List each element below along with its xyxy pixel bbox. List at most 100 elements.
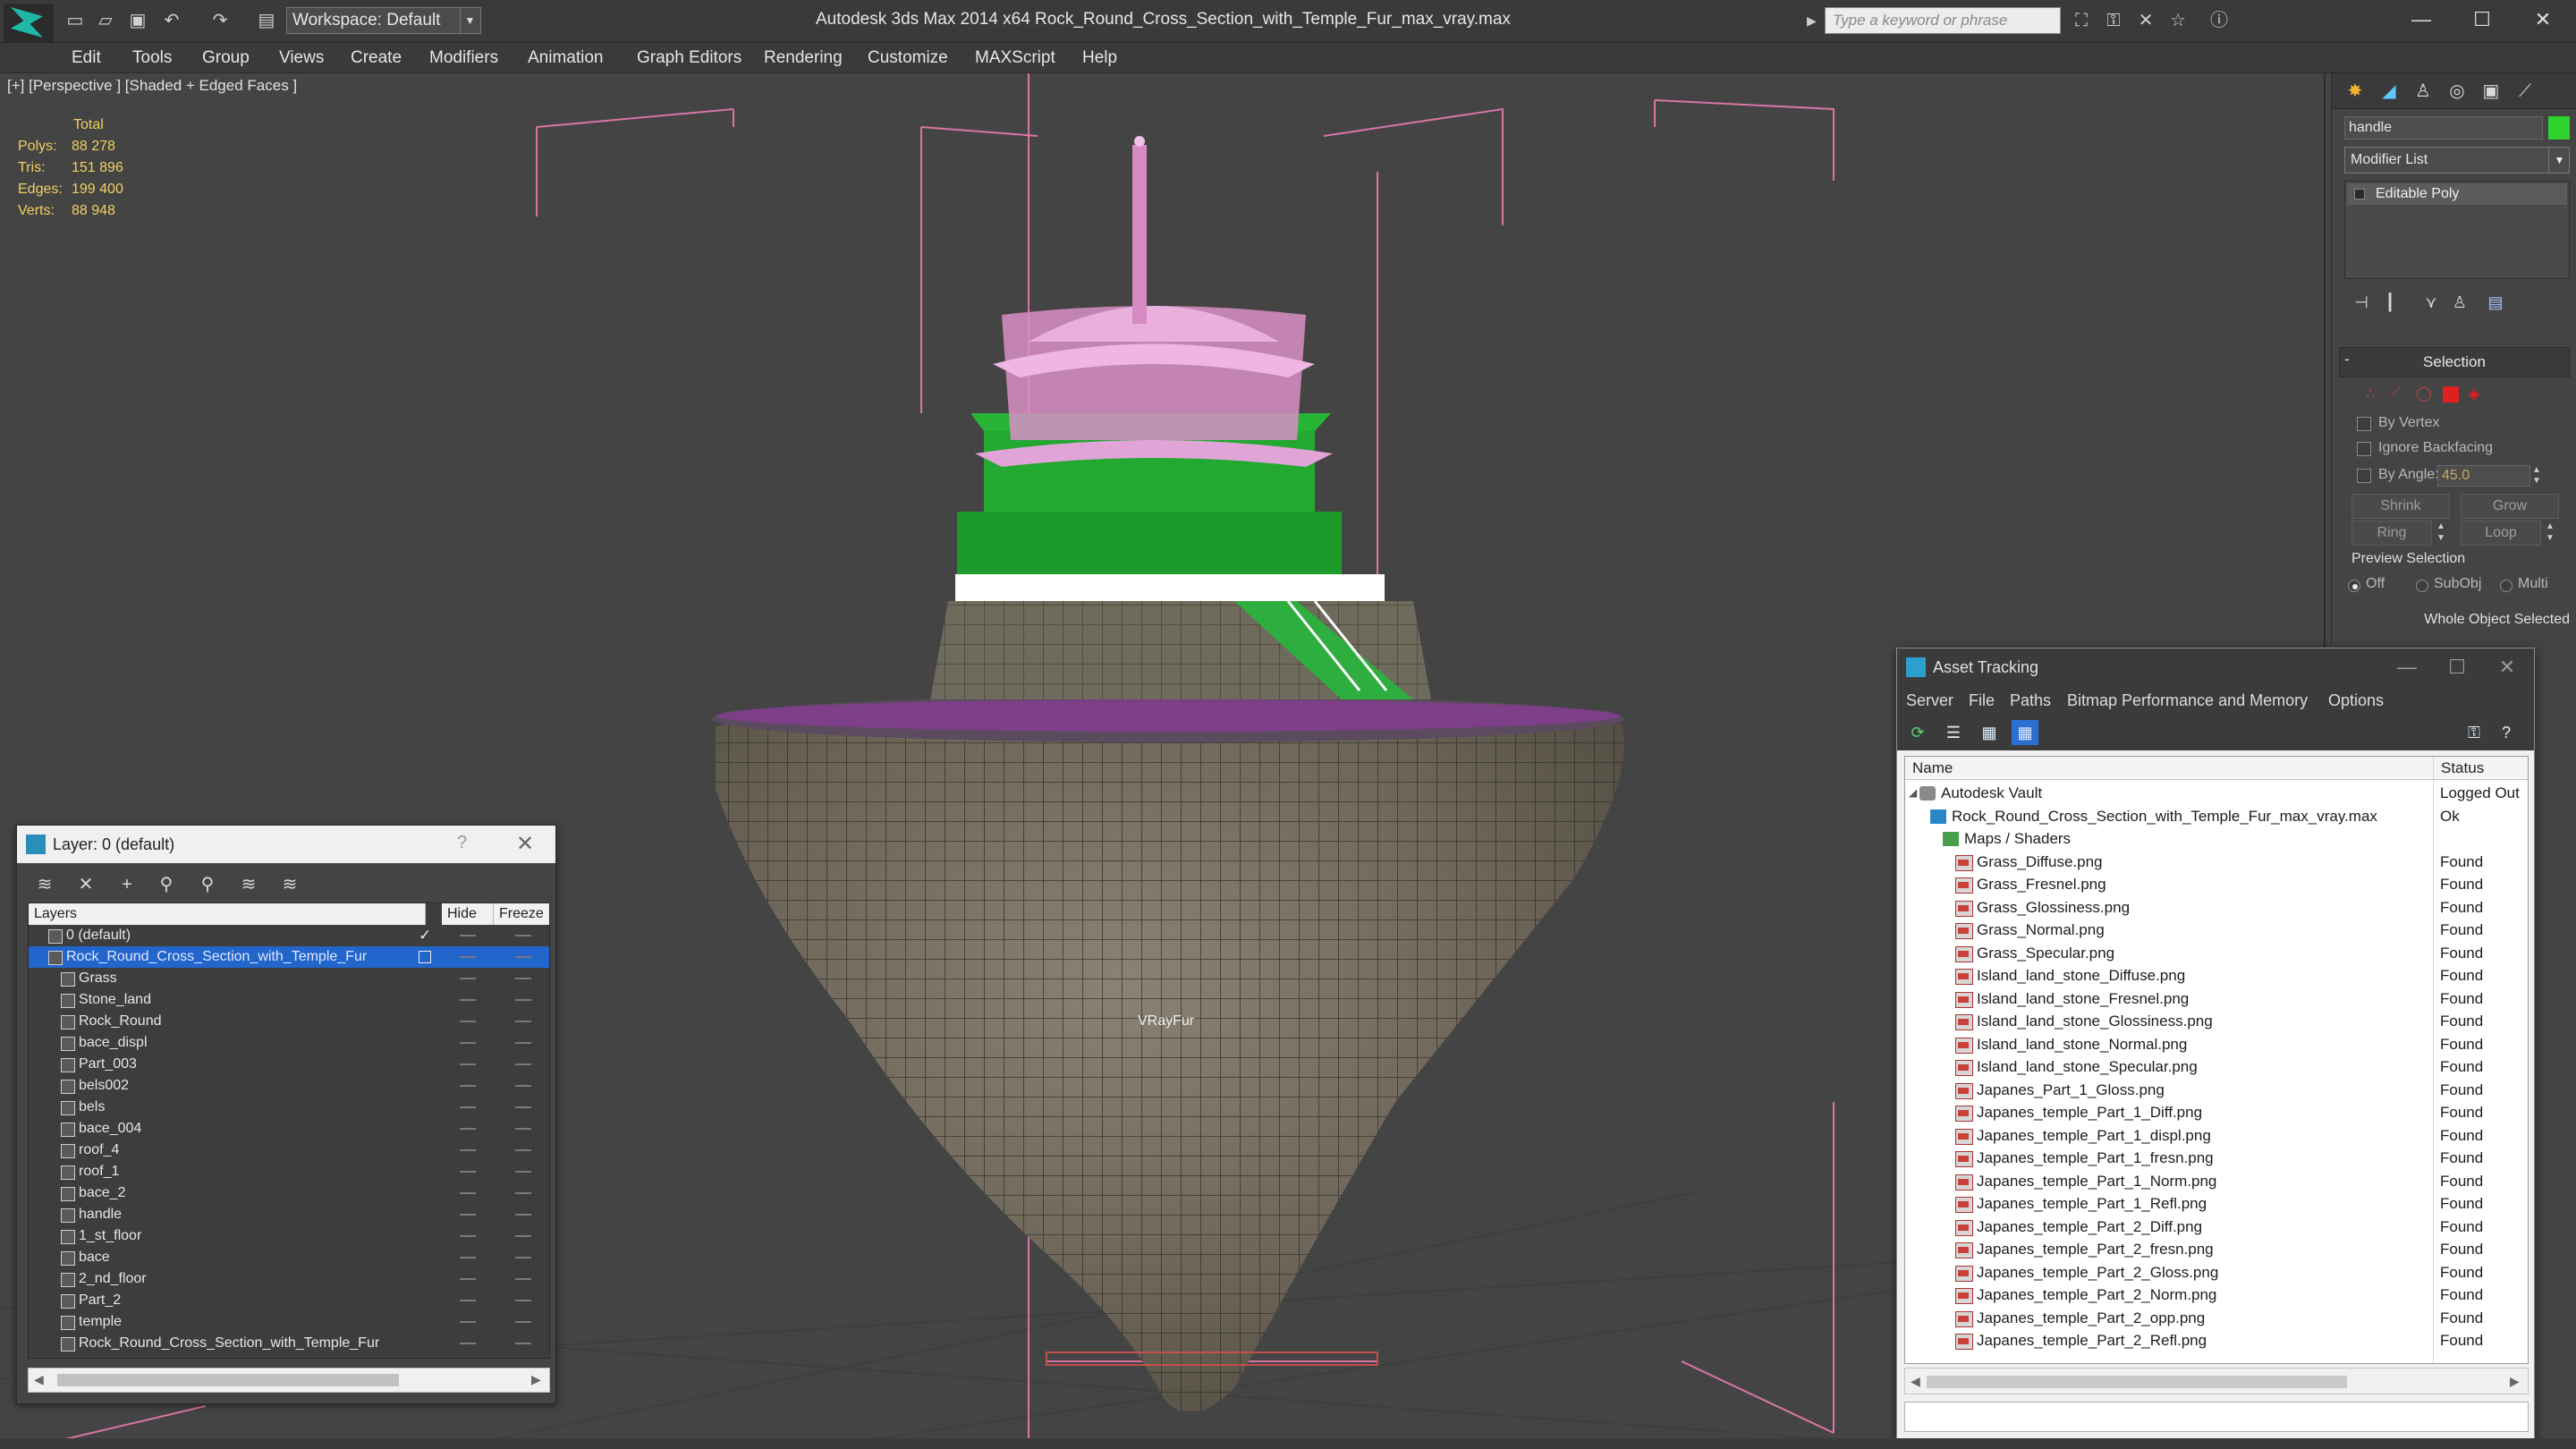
hide-toggle-icon[interactable] — [460, 956, 476, 958]
loop-button[interactable]: Loop — [2461, 521, 2541, 546]
asset-row[interactable]: Island_land_stone_Normal.png Found — [1905, 1033, 2528, 1056]
new-file-icon[interactable]: ▭ — [63, 9, 88, 32]
layer-row[interactable]: 1_st_floor — [29, 1225, 549, 1247]
asset-row[interactable]: Grass_Diffuse.png Found — [1905, 851, 2528, 874]
hide-all-icon[interactable]: ≋ — [233, 870, 264, 899]
freeze-toggle-icon[interactable] — [515, 1235, 531, 1237]
delete-layer-icon[interactable]: ✕ — [71, 870, 101, 899]
hide-toggle-icon[interactable] — [460, 1106, 476, 1108]
column-header-hide[interactable]: Hide — [442, 903, 494, 925]
layer-row[interactable]: bels — [29, 1097, 549, 1118]
project-folder-icon[interactable]: ▤ — [254, 9, 279, 32]
hide-toggle-icon[interactable] — [460, 1278, 476, 1280]
by-vertex-checkbox[interactable] — [2357, 417, 2371, 431]
column-header-freeze[interactable]: Freeze — [494, 903, 549, 925]
vertex-mode-icon[interactable]: ∴ — [2366, 385, 2385, 404]
current-layer-check-icon[interactable]: ✓ — [419, 925, 431, 946]
layer-dialog-titlebar[interactable]: Layer: 0 (default) ? ✕ — [17, 826, 555, 863]
asset-path-field[interactable] — [1904, 1402, 2529, 1432]
menu-rendering[interactable]: Rendering — [764, 43, 843, 73]
freeze-toggle-icon[interactable] — [515, 1214, 531, 1216]
undo-icon[interactable]: ↶ — [159, 9, 184, 32]
freeze-toggle-icon[interactable] — [515, 1321, 531, 1323]
display-tab-icon[interactable]: ▣ — [2475, 79, 2507, 104]
hide-toggle-icon[interactable] — [460, 1171, 476, 1173]
add-layer-icon[interactable]: + — [112, 870, 142, 899]
layer-row[interactable]: Rock_Round — [29, 1011, 549, 1032]
hide-toggle-icon[interactable] — [460, 1300, 476, 1301]
preview-subobj-radio[interactable] — [2416, 580, 2428, 592]
menu-modifiers[interactable]: Modifiers — [429, 43, 498, 73]
freeze-toggle-icon[interactable] — [515, 1085, 531, 1087]
column-header-name[interactable]: Name — [1905, 757, 2433, 780]
freeze-toggle-icon[interactable] — [515, 1149, 531, 1151]
asset-row[interactable]: Japanes_temple_Part_1_fresn.png Found — [1905, 1147, 2528, 1170]
key-icon[interactable]: ⚿ — [2100, 9, 2127, 32]
asset-row[interactable]: Grass_Glossiness.png Found — [1905, 896, 2528, 919]
scroll-left-icon[interactable]: ◀ — [34, 1372, 44, 1387]
scroll-right-icon[interactable]: ▶ — [531, 1372, 541, 1387]
freeze-toggle-icon[interactable] — [515, 1021, 531, 1022]
hide-toggle-icon[interactable] — [460, 1343, 476, 1344]
menu-group[interactable]: Group — [202, 43, 250, 73]
freeze-toggle-icon[interactable] — [515, 1300, 531, 1301]
tree-expand-icon[interactable]: ◢ — [1909, 782, 1917, 805]
polygon-mode-icon[interactable] — [2443, 386, 2459, 402]
hide-toggle-icon[interactable] — [460, 1214, 476, 1216]
freeze-toggle-icon[interactable] — [515, 999, 531, 1001]
element-mode-icon[interactable]: ◈ — [2468, 385, 2487, 404]
asset-row[interactable]: Grass_Specular.png Found — [1905, 942, 2528, 965]
save-icon[interactable]: ▣ — [125, 9, 150, 32]
freeze-toggle-icon[interactable] — [515, 1257, 531, 1258]
asset-row[interactable]: Grass_Fresnel.png Found — [1905, 873, 2528, 896]
asset-row[interactable]: Maps / Shaders — [1905, 827, 2528, 851]
layer-row[interactable]: roof_4 — [29, 1140, 549, 1161]
maximize-button[interactable]: ☐ — [2430, 652, 2484, 682]
scrollbar-thumb[interactable] — [57, 1374, 399, 1386]
asset-menu-bitmap-performance[interactable]: Bitmap Performance and Memory — [2067, 686, 2308, 715]
search-input[interactable]: Type a keyword or phrase — [1825, 7, 2061, 34]
layer-row[interactable]: temple — [29, 1311, 549, 1333]
hide-toggle-icon[interactable] — [460, 1021, 476, 1022]
menu-views[interactable]: Views — [279, 43, 324, 73]
make-unique-icon[interactable]: ⋎ — [2418, 290, 2445, 315]
asset-menu-paths[interactable]: Paths — [2010, 686, 2051, 715]
stack-toggle-icon[interactable] — [2354, 189, 2365, 199]
layer-row[interactable]: Rock_Round_Cross_Section_with_Temple_Fur — [29, 1333, 549, 1354]
layer-row[interactable]: bace_004 — [29, 1118, 549, 1140]
layer-row[interactable]: Rock_Round_Cross_Section_with_Temple_Fur — [29, 946, 549, 968]
asset-row[interactable]: Japanes_temple_Part_2_Diff.png Found — [1905, 1216, 2528, 1239]
horizontal-scrollbar[interactable]: ◀ ▶ — [1904, 1368, 2529, 1394]
freeze-toggle-icon[interactable] — [515, 978, 531, 979]
shrink-button[interactable]: Shrink — [2351, 494, 2450, 519]
ring-spinner[interactable]: ▲ ▼ — [2434, 521, 2448, 546]
tools-icon[interactable]: ✕ — [2132, 9, 2159, 32]
asset-row[interactable]: Japanes_temple_Part_1_Diff.png Found — [1905, 1101, 2528, 1124]
collapse-icon[interactable]: - — [2344, 351, 2350, 369]
hide-toggle-icon[interactable] — [460, 1149, 476, 1151]
table-view-icon[interactable]: ▦ — [1976, 720, 2003, 745]
show-end-result-icon[interactable]: ┃ — [2377, 290, 2403, 315]
layer-row[interactable]: handle — [29, 1204, 549, 1225]
workspace-dropdown[interactable]: Workspace: Default — [286, 7, 481, 34]
layer-row[interactable]: bace — [29, 1247, 549, 1268]
vault-login-icon[interactable]: ⚿ — [2461, 720, 2487, 745]
menu-create[interactable]: Create — [351, 43, 402, 73]
asset-row[interactable]: Japanes_temple_Part_2_opp.png Found — [1905, 1307, 2528, 1330]
freeze-all-icon[interactable]: ≋ — [275, 870, 305, 899]
layer-row[interactable]: bels002 — [29, 1075, 549, 1097]
scroll-right-icon[interactable]: ▶ — [2510, 1374, 2520, 1389]
remove-modifier-icon[interactable]: ♙ — [2446, 290, 2473, 315]
column-header-layers[interactable]: Layers — [29, 903, 426, 925]
asset-row[interactable]: Japanes_temple_Part_1_Refl.png Found — [1905, 1192, 2528, 1216]
freeze-toggle-icon[interactable] — [515, 1128, 531, 1130]
star-icon[interactable]: ☆ — [2165, 9, 2191, 32]
by-angle-checkbox[interactable] — [2357, 469, 2371, 483]
menu-animation[interactable]: Animation — [528, 43, 604, 73]
freeze-toggle-icon[interactable] — [515, 1192, 531, 1194]
horizontal-scrollbar[interactable]: ◀ ▶ — [28, 1368, 550, 1393]
freeze-toggle-icon[interactable] — [515, 935, 531, 936]
freeze-toggle-icon[interactable] — [515, 1278, 531, 1280]
freeze-toggle-icon[interactable] — [515, 956, 531, 958]
asset-row[interactable]: ◢ Autodesk Vault Logged Out — [1905, 782, 2528, 805]
